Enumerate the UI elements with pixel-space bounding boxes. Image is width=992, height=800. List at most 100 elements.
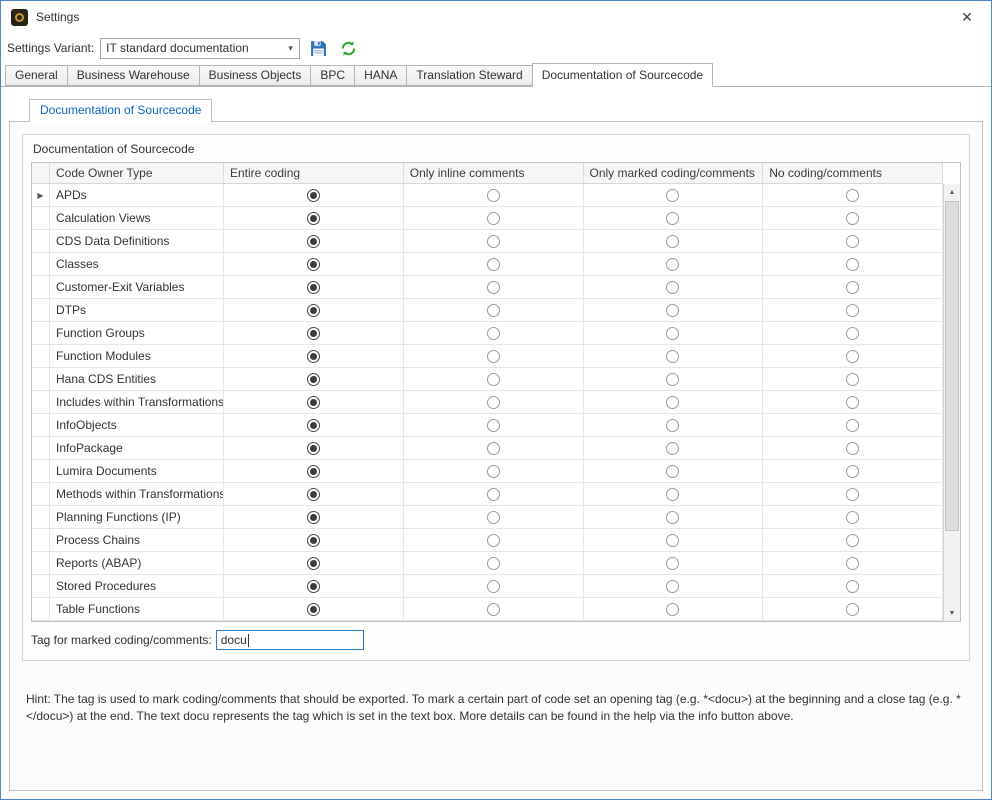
radio-icon[interactable] bbox=[846, 465, 859, 478]
radio-cell[interactable] bbox=[763, 506, 943, 528]
radio-cell[interactable] bbox=[404, 552, 584, 574]
radio-cell[interactable] bbox=[404, 345, 584, 367]
radio-cell[interactable] bbox=[584, 276, 764, 298]
radio-icon[interactable] bbox=[666, 258, 679, 271]
radio-icon[interactable] bbox=[666, 281, 679, 294]
code-owner-type-cell[interactable]: Customer-Exit Variables bbox=[50, 276, 224, 298]
radio-cell[interactable] bbox=[224, 552, 404, 574]
radio-icon[interactable] bbox=[666, 557, 679, 570]
radio-icon[interactable] bbox=[666, 580, 679, 593]
radio-cell[interactable] bbox=[763, 322, 943, 344]
radio-cell[interactable] bbox=[763, 483, 943, 505]
tab-business-warehouse[interactable]: Business Warehouse bbox=[67, 65, 200, 86]
radio-cell[interactable] bbox=[763, 552, 943, 574]
radio-selected-icon[interactable] bbox=[307, 258, 320, 271]
row-selector[interactable] bbox=[32, 345, 50, 367]
radio-icon[interactable] bbox=[846, 488, 859, 501]
tag-input[interactable]: docu bbox=[216, 630, 364, 650]
radio-icon[interactable] bbox=[666, 534, 679, 547]
close-icon[interactable]: ✕ bbox=[953, 4, 981, 30]
code-owner-type-cell[interactable]: Includes within Transformations bbox=[50, 391, 224, 413]
radio-selected-icon[interactable] bbox=[307, 189, 320, 202]
radio-icon[interactable] bbox=[666, 212, 679, 225]
radio-icon[interactable] bbox=[666, 327, 679, 340]
radio-icon[interactable] bbox=[487, 511, 500, 524]
radio-selected-icon[interactable] bbox=[307, 373, 320, 386]
radio-cell[interactable] bbox=[224, 322, 404, 344]
scrollbar-thumb[interactable] bbox=[945, 201, 959, 531]
radio-cell[interactable] bbox=[763, 230, 943, 252]
row-selector[interactable] bbox=[32, 483, 50, 505]
radio-icon[interactable] bbox=[846, 373, 859, 386]
radio-selected-icon[interactable] bbox=[307, 557, 320, 570]
radio-cell[interactable] bbox=[584, 598, 764, 620]
radio-cell[interactable] bbox=[404, 437, 584, 459]
scroll-down-icon[interactable]: ▼ bbox=[944, 605, 960, 621]
radio-cell[interactable] bbox=[584, 368, 764, 390]
radio-selected-icon[interactable] bbox=[307, 396, 320, 409]
radio-icon[interactable] bbox=[846, 327, 859, 340]
radio-icon[interactable] bbox=[487, 603, 500, 616]
radio-cell[interactable] bbox=[763, 598, 943, 620]
radio-selected-icon[interactable] bbox=[307, 212, 320, 225]
radio-icon[interactable] bbox=[487, 465, 500, 478]
tab-general[interactable]: General bbox=[5, 65, 68, 86]
column-header-entire-coding[interactable]: Entire coding bbox=[224, 163, 404, 183]
radio-selected-icon[interactable] bbox=[307, 488, 320, 501]
chevron-down-icon[interactable]: ▾ bbox=[282, 39, 299, 58]
radio-cell[interactable] bbox=[584, 460, 764, 482]
radio-selected-icon[interactable] bbox=[307, 534, 320, 547]
radio-icon[interactable] bbox=[846, 534, 859, 547]
code-owner-type-cell[interactable]: Planning Functions (IP) bbox=[50, 506, 224, 528]
radio-cell[interactable] bbox=[224, 253, 404, 275]
radio-icon[interactable] bbox=[487, 327, 500, 340]
row-selector[interactable] bbox=[32, 207, 50, 229]
radio-cell[interactable] bbox=[763, 575, 943, 597]
radio-selected-icon[interactable] bbox=[307, 350, 320, 363]
radio-icon[interactable] bbox=[846, 212, 859, 225]
radio-icon[interactable] bbox=[666, 235, 679, 248]
radio-cell[interactable] bbox=[763, 368, 943, 390]
radio-cell[interactable] bbox=[584, 506, 764, 528]
radio-cell[interactable] bbox=[224, 207, 404, 229]
radio-cell[interactable] bbox=[763, 207, 943, 229]
radio-icon[interactable] bbox=[666, 488, 679, 501]
radio-icon[interactable] bbox=[487, 373, 500, 386]
radio-icon[interactable] bbox=[846, 396, 859, 409]
refresh-button[interactable] bbox=[336, 36, 360, 60]
radio-selected-icon[interactable] bbox=[307, 580, 320, 593]
radio-selected-icon[interactable] bbox=[307, 603, 320, 616]
code-owner-type-cell[interactable]: Stored Procedures bbox=[50, 575, 224, 597]
radio-cell[interactable] bbox=[224, 368, 404, 390]
code-owner-type-cell[interactable]: Function Groups bbox=[50, 322, 224, 344]
radio-icon[interactable] bbox=[666, 442, 679, 455]
radio-icon[interactable] bbox=[487, 304, 500, 317]
row-selector[interactable] bbox=[32, 276, 50, 298]
radio-icon[interactable] bbox=[666, 396, 679, 409]
radio-cell[interactable] bbox=[404, 529, 584, 551]
radio-cell[interactable] bbox=[404, 207, 584, 229]
row-selector[interactable] bbox=[32, 529, 50, 551]
radio-cell[interactable] bbox=[584, 322, 764, 344]
tab-hana[interactable]: HANA bbox=[354, 65, 407, 86]
radio-cell[interactable] bbox=[584, 207, 764, 229]
vertical-scrollbar[interactable]: ▲ ▼ bbox=[943, 184, 960, 621]
radio-icon[interactable] bbox=[487, 534, 500, 547]
row-selector[interactable] bbox=[32, 575, 50, 597]
radio-selected-icon[interactable] bbox=[307, 235, 320, 248]
radio-icon[interactable] bbox=[487, 442, 500, 455]
radio-cell[interactable] bbox=[763, 276, 943, 298]
radio-cell[interactable] bbox=[224, 529, 404, 551]
radio-icon[interactable] bbox=[666, 189, 679, 202]
active-row-arrow-icon[interactable]: ▶ bbox=[32, 184, 50, 206]
radio-cell[interactable] bbox=[763, 253, 943, 275]
tab-documentation-of-sourcecode[interactable]: Documentation of Sourcecode bbox=[532, 63, 713, 87]
radio-icon[interactable] bbox=[487, 396, 500, 409]
radio-cell[interactable] bbox=[584, 483, 764, 505]
radio-cell[interactable] bbox=[404, 253, 584, 275]
radio-cell[interactable] bbox=[404, 276, 584, 298]
row-selector[interactable] bbox=[32, 598, 50, 620]
radio-icon[interactable] bbox=[666, 419, 679, 432]
radio-icon[interactable] bbox=[487, 488, 500, 501]
code-owner-type-cell[interactable]: Lumira Documents bbox=[50, 460, 224, 482]
